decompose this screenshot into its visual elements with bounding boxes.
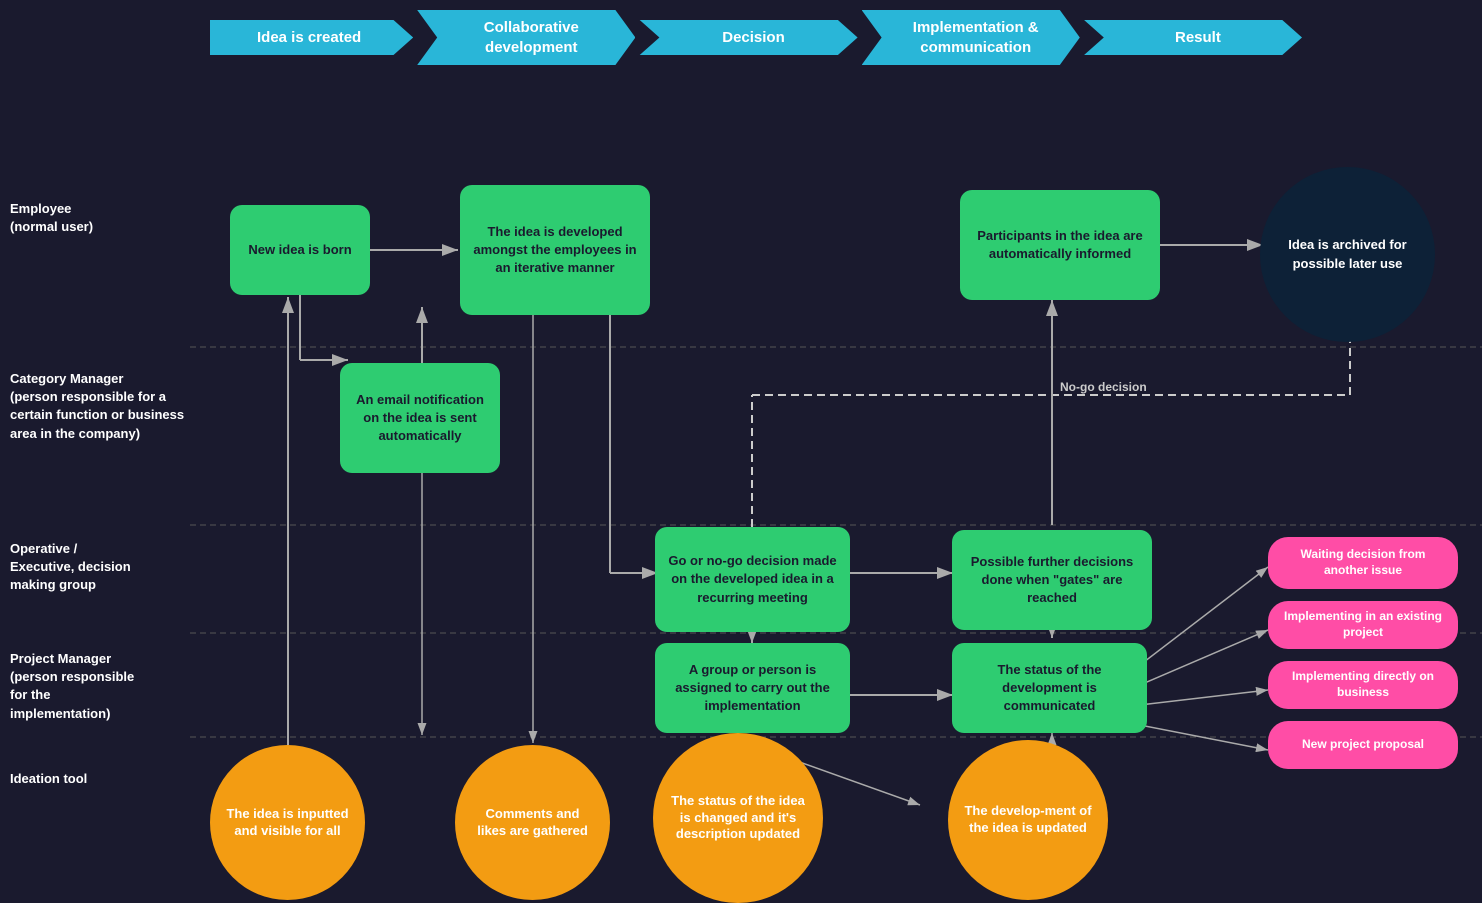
chevron-result: Result [1084, 20, 1302, 56]
green-box-email-notification: An email notification on the idea is sen… [340, 363, 500, 473]
main-area: Employee (normal user) Category Manager … [0, 85, 1482, 865]
green-box-status-communicated: The status of the development is communi… [952, 643, 1147, 733]
green-box-further-decisions: Possible further decisions done when "ga… [952, 530, 1152, 630]
header-row: Idea is created Collaborative developmen… [0, 0, 1482, 75]
green-box-new-idea: New idea is born [230, 205, 370, 295]
row-label-category-manager: Category Manager (person responsible for… [0, 370, 190, 443]
green-box-participants-informed: Participants in the idea are automatical… [960, 190, 1160, 300]
row-label-ideation-tool: Ideation tool [0, 770, 190, 788]
chevron-implementation: Implementation & communication [862, 10, 1080, 65]
chevron-collaborative: Collaborative development [417, 10, 635, 65]
dark-circle-idea-archived: Idea is archived for possible later use [1260, 167, 1435, 342]
orange-circle-idea-inputted: The idea is inputted and visible for all [210, 745, 365, 900]
green-box-group-assigned: A group or person is assigned to carry o… [655, 643, 850, 733]
orange-circle-comments-likes: Comments and likes are gathered [455, 745, 610, 900]
orange-circle-development-updated: The develop-ment of the idea is updated [948, 740, 1108, 900]
chevron-decision: Decision [639, 20, 857, 56]
pink-box-new-project-proposal: New project proposal [1268, 721, 1458, 769]
orange-circle-status-changed: The status of the idea is changed and it… [653, 733, 823, 903]
row-label-project-manager: Project Manager (person responsible for … [0, 650, 190, 723]
row-label-operative: Operative / Executive, decision making g… [0, 540, 190, 595]
green-box-go-nogo: Go or no-go decision made on the develop… [655, 527, 850, 632]
green-box-idea-developed: The idea is developed amongst the employ… [460, 185, 650, 315]
diagram-container: Idea is created Collaborative developmen… [0, 0, 1482, 865]
pink-box-waiting-decision: Waiting decision from another issue [1268, 537, 1458, 589]
pink-box-implementing-existing: Implementing in an existing project [1268, 601, 1458, 649]
pink-box-implementing-directly: Implementing directly on business [1268, 661, 1458, 709]
chevron-idea-created: Idea is created [210, 20, 413, 56]
row-label-employee: Employee (normal user) [0, 200, 190, 236]
no-go-label: No-go decision [1060, 380, 1147, 394]
